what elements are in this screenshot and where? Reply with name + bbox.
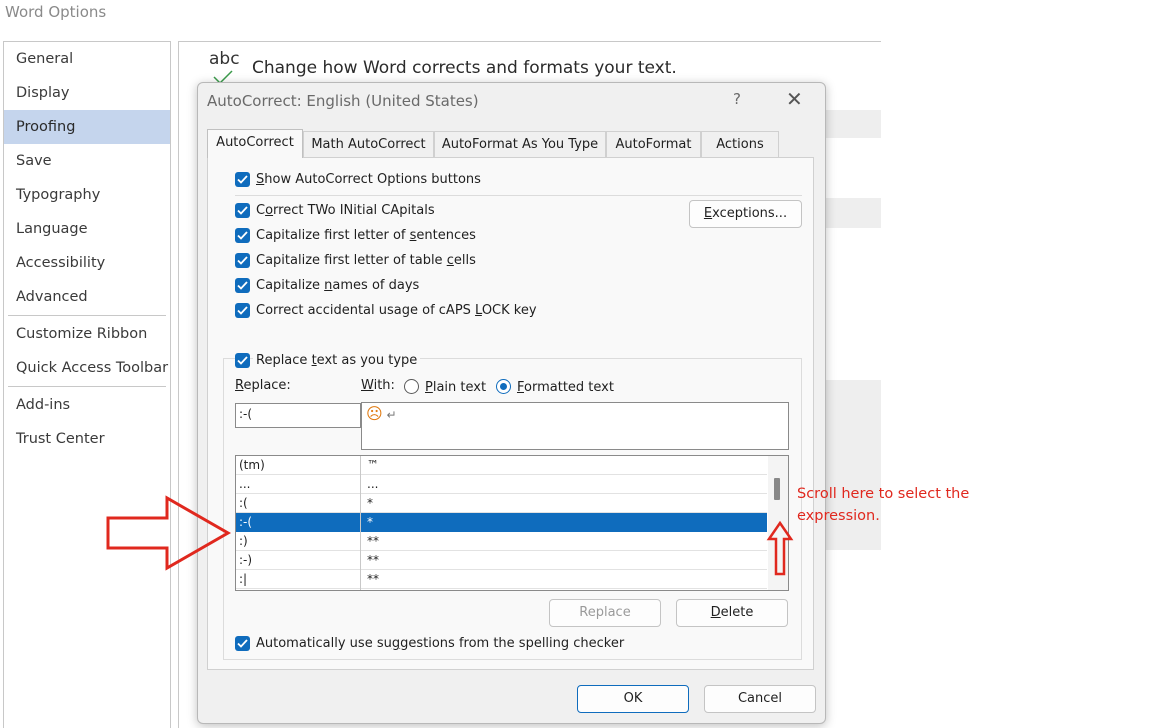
with-label: With:: [361, 378, 395, 393]
sidebar-item-quick-access-toolbar[interactable]: Quick Access Toolbar: [4, 351, 170, 385]
plain-text-label: Plain text: [425, 380, 487, 395]
autocorrect-entries-list[interactable]: (tm) ™ ...... :(* :-(* :) ** :-) ** :| **: [235, 455, 789, 591]
replace-as-you-type-checkbox[interactable]: [235, 353, 250, 368]
correct-two-initial-capitals-label: Correct TWo INitial CApitals: [256, 203, 435, 218]
table-row[interactable]: ......: [236, 475, 767, 494]
sidebar-divider: [8, 386, 166, 387]
sidebar-item-customize-ribbon[interactable]: Customize Ribbon: [4, 317, 170, 351]
auto-suggestions-checkbox[interactable]: [235, 636, 250, 651]
with-input[interactable]: ☹ ↵: [361, 402, 789, 450]
sidebar-item-accessibility[interactable]: Accessibility: [4, 246, 170, 280]
sidebar-item-trust-center[interactable]: Trust Center: [4, 422, 170, 456]
show-options-checkbox[interactable]: [235, 172, 250, 187]
autocorrect-dialog: AutoCorrect: English (United States) ? ✕…: [197, 82, 826, 724]
caps-lock-label: Correct accidental usage of cAPS LOCK ke…: [256, 303, 537, 318]
table-row[interactable]: :-) **: [236, 551, 767, 570]
capitalize-sentences-label: Capitalize first letter of sentences: [256, 228, 476, 243]
tab-actions[interactable]: Actions: [701, 131, 779, 157]
table-row-selected[interactable]: :-(*: [236, 513, 767, 532]
sidebar-item-advanced[interactable]: Advanced: [4, 280, 170, 314]
replace-label: Replace:: [235, 378, 291, 393]
tab-autoformat-as-you-type[interactable]: AutoFormat As You Type: [434, 131, 606, 157]
annotation-text: Scroll here to select the expression.: [797, 486, 970, 524]
paragraph-return-icon: ↵: [386, 408, 397, 422]
sidebar-item-language[interactable]: Language: [4, 212, 170, 246]
scrollbar-thumb[interactable]: [774, 478, 780, 500]
replace-button[interactable]: Replace: [549, 599, 661, 627]
table-row[interactable]: :(*: [236, 494, 767, 513]
tab-math-autocorrect[interactable]: Math AutoCorrect: [303, 131, 434, 157]
sidebar-item-typography[interactable]: Typography: [4, 178, 170, 212]
sidebar-item-general[interactable]: General: [4, 42, 170, 76]
correct-two-initial-capitals-checkbox[interactable]: [235, 203, 250, 218]
sidebar-item-add-ins[interactable]: Add-ins: [4, 388, 170, 422]
main-heading: Change how Word corrects and formats you…: [252, 58, 677, 78]
plain-text-radio[interactable]: [404, 379, 419, 394]
capitalize-table-cells-label: Capitalize first letter of table cells: [256, 253, 476, 268]
section-divider: [235, 195, 802, 196]
ok-button[interactable]: OK: [577, 685, 689, 713]
sidebar-item-proofing[interactable]: Proofing: [4, 110, 170, 144]
capitalize-days-checkbox[interactable]: [235, 278, 250, 293]
frown-emoji-icon: ☹: [366, 404, 383, 423]
table-row[interactable]: (tm) ™: [236, 456, 767, 475]
table-row[interactable]: :) **: [236, 532, 767, 551]
sidebar-item-save[interactable]: Save: [4, 144, 170, 178]
abc-check-icon: abc: [209, 49, 240, 69]
capitalize-days-label: Capitalize names of days: [256, 278, 420, 293]
show-options-label: Show AutoCorrect Options buttons: [256, 172, 481, 187]
caps-lock-checkbox[interactable]: [235, 303, 250, 318]
formatted-text-radio[interactable]: [496, 379, 511, 394]
close-icon[interactable]: ✕: [786, 87, 803, 111]
tab-autoformat[interactable]: AutoFormat: [606, 131, 701, 157]
exceptions-button[interactable]: Exceptions...: [689, 200, 802, 228]
delete-button[interactable]: Delete: [676, 599, 788, 627]
sidebar-divider: [8, 315, 166, 316]
replace-input[interactable]: :-(: [235, 403, 361, 428]
auto-suggestions-label: Automatically use suggestions from the s…: [256, 636, 625, 651]
capitalize-table-cells-checkbox[interactable]: [235, 253, 250, 268]
up-arrow-annotation-icon: [766, 521, 794, 576]
replace-as-you-type-label: Replace text as you type: [253, 353, 421, 368]
column-divider: [360, 456, 361, 590]
formatted-text-label: Formatted text: [517, 380, 614, 395]
help-button[interactable]: ?: [733, 90, 741, 108]
cancel-button[interactable]: Cancel: [704, 685, 816, 713]
tab-autocorrect[interactable]: AutoCorrect: [207, 129, 303, 158]
window-title: Word Options: [5, 3, 107, 21]
options-sidebar: General Display Proofing Save Typography…: [3, 41, 171, 728]
right-arrow-annotation-icon: [106, 495, 232, 571]
dialog-title: AutoCorrect: English (United States): [207, 92, 479, 110]
capitalize-sentences-checkbox[interactable]: [235, 228, 250, 243]
table-row[interactable]: :| **: [236, 570, 767, 589]
sidebar-item-display[interactable]: Display: [4, 76, 170, 110]
